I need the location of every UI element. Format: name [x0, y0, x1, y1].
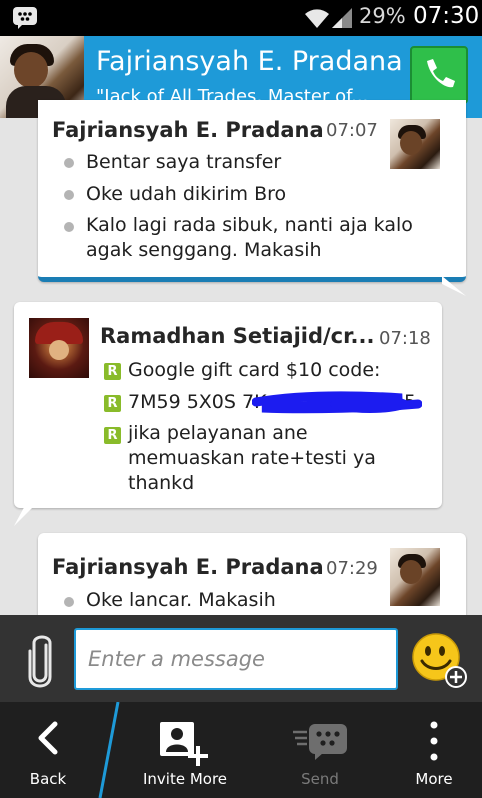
bullet	[64, 597, 74, 607]
battery-percent: 29%	[359, 4, 406, 28]
back-label: Back	[29, 770, 67, 788]
paperclip-icon[interactable]	[24, 631, 56, 691]
call-button[interactable]	[410, 46, 468, 104]
more-label: More	[415, 770, 453, 788]
bbm-send-icon	[293, 724, 347, 760]
action-divider	[98, 702, 120, 798]
message-line: Oke udah dikirim Bro	[86, 183, 287, 205]
add-person-icon	[160, 722, 208, 766]
signal-icon	[332, 8, 352, 28]
message-time: 07:18	[379, 328, 431, 349]
invite-more-label: Invite More	[142, 770, 228, 788]
message-line: Google gift card $10 code:	[128, 359, 381, 381]
bbm-r-badge: R	[104, 395, 121, 412]
back-button[interactable]: Back	[0, 702, 96, 798]
more-button[interactable]: More	[386, 702, 482, 798]
sender-name: Fajriansyah E. Pradana	[52, 118, 324, 142]
sender-avatar	[390, 119, 440, 169]
message-line: Kalo lagi rada sibuk, nanti aja kalo aga…	[86, 214, 413, 261]
bullet	[64, 190, 74, 200]
invite-more-button[interactable]: Invite More	[130, 702, 240, 798]
clock: 07:30	[413, 3, 480, 29]
sender-avatar	[390, 548, 440, 606]
bbm-r-badge: R	[104, 427, 121, 444]
message-line: jika pelayanan ane memuaskan rate+testi …	[128, 422, 376, 494]
composer-bar	[0, 615, 482, 702]
message-line: Oke lancar. Makasih	[86, 589, 276, 611]
wifi-icon	[305, 9, 329, 28]
message-line: Bentar saya transfer	[86, 151, 282, 173]
smiley-add-icon[interactable]	[410, 631, 468, 689]
send-label: Send	[301, 770, 339, 788]
message-time: 07:07	[326, 120, 378, 141]
contact-name[interactable]: Fajriansyah E. Pradana	[96, 46, 403, 77]
bubble-tail	[14, 500, 40, 526]
chevron-left-icon	[38, 721, 58, 755]
sender-name: Ramadhan Setiajid/cr...	[100, 324, 375, 348]
sender-avatar	[29, 318, 89, 378]
status-bar: 29% 07:30	[0, 0, 482, 36]
bullet	[64, 222, 74, 232]
redaction-scribble	[252, 391, 422, 414]
bbm-icon	[13, 7, 37, 29]
sender-name: Fajriansyah E. Pradana	[52, 555, 324, 579]
send-button[interactable]: Send	[272, 702, 368, 798]
message-time: 07:29	[326, 558, 378, 579]
phone-icon	[427, 59, 455, 88]
bbm-r-badge: R	[104, 363, 121, 380]
action-bar: Back Invite More Send More	[0, 702, 482, 798]
message-input[interactable]	[74, 628, 398, 690]
bullet	[64, 158, 74, 168]
overflow-icon	[430, 721, 438, 761]
bubble-tail	[442, 276, 466, 296]
